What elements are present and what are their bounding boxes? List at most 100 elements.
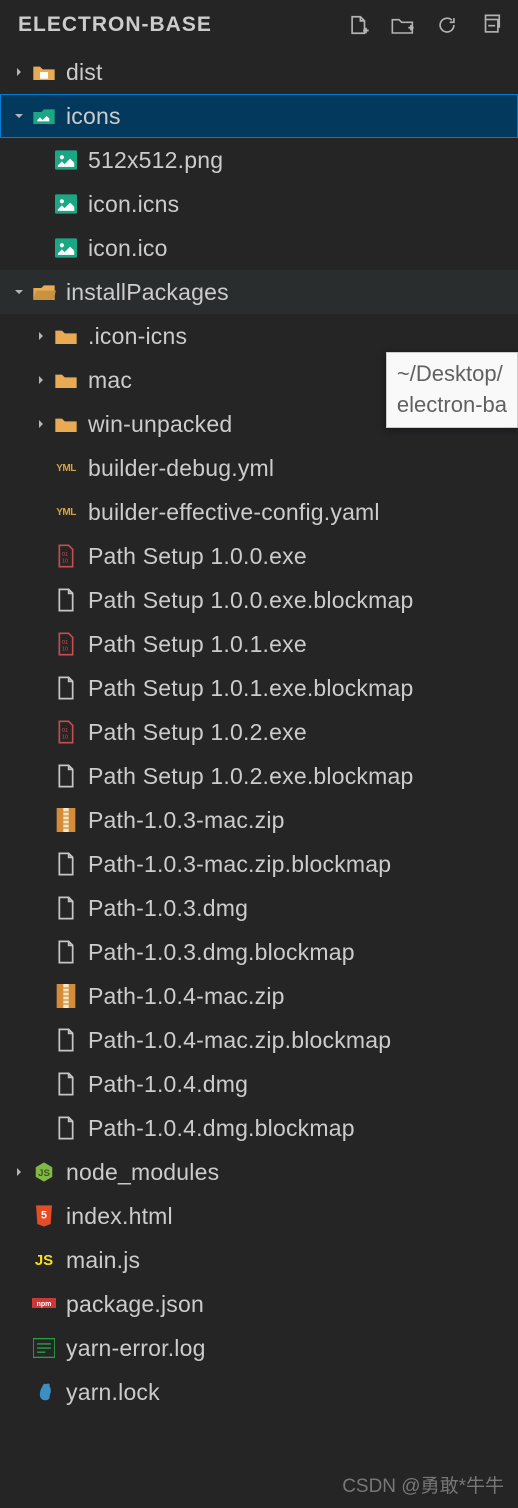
tree-row[interactable]: Path-1.0.3-mac.zip — [0, 798, 518, 842]
tree-row[interactable]: installPackages — [0, 270, 518, 314]
tree-row[interactable]: dist — [0, 50, 518, 94]
header-actions — [346, 12, 504, 38]
file-label: icon.icns — [88, 191, 179, 218]
chevron-down-icon[interactable] — [6, 103, 32, 129]
tooltip-line: ~/Desktop/ — [397, 359, 507, 390]
file-label: win-unpacked — [88, 411, 232, 438]
tree-row[interactable]: 512x512.png — [0, 138, 518, 182]
tree-row[interactable]: 5index.html — [0, 1194, 518, 1238]
folder-icon — [54, 412, 78, 436]
file-tree: dist icons 512x512.png icon.icns icon.ico ins… — [0, 50, 518, 1414]
new-file-icon[interactable] — [346, 12, 372, 38]
tree-row[interactable]: 0110 Path Setup 1.0.2.exe — [0, 710, 518, 754]
file-label: builder-debug.yml — [88, 455, 274, 482]
svg-text:01: 01 — [62, 728, 68, 734]
file-label: Path Setup 1.0.0.exe.blockmap — [88, 587, 413, 614]
file-icon — [54, 1072, 78, 1096]
svg-text:npm: npm — [37, 1301, 52, 1308]
svg-text:01: 01 — [62, 552, 68, 558]
file-label: mac — [88, 367, 132, 394]
file-label: Path-1.0.3-mac.zip.blockmap — [88, 851, 391, 878]
file-label: .icon-icns — [88, 323, 187, 350]
file-label: main.js — [66, 1247, 140, 1274]
image-icon — [54, 192, 78, 216]
file-label: icon.ico — [88, 235, 168, 262]
tree-row[interactable]: JSmain.js — [0, 1238, 518, 1282]
tree-row[interactable]: icon.icns — [0, 182, 518, 226]
file-label: icons — [66, 103, 121, 130]
collapse-all-icon[interactable] — [478, 12, 504, 38]
tree-row[interactable]: Path-1.0.3.dmg.blockmap — [0, 930, 518, 974]
file-label: dist — [66, 59, 103, 86]
tree-row[interactable]: npm package.json — [0, 1282, 518, 1326]
tree-row[interactable]: JS node_modules — [0, 1150, 518, 1194]
tree-row[interactable]: Path-1.0.3.dmg — [0, 886, 518, 930]
tree-row[interactable]: 0110 Path Setup 1.0.0.exe — [0, 534, 518, 578]
folder-dist-icon — [32, 60, 56, 84]
file-label: Path-1.0.4-mac.zip.blockmap — [88, 1027, 391, 1054]
tree-row[interactable]: yarn-error.log — [0, 1326, 518, 1370]
folder-open-icon — [32, 280, 56, 304]
folder-icon — [54, 324, 78, 348]
bin-icon: 0110 — [54, 632, 78, 656]
refresh-icon[interactable] — [434, 12, 460, 38]
file-icon — [54, 764, 78, 788]
explorer-header: ELECTRON-BASE — [0, 0, 518, 50]
file-icon — [54, 588, 78, 612]
file-label: Path-1.0.4.dmg — [88, 1071, 248, 1098]
new-folder-icon[interactable] — [390, 12, 416, 38]
chevron-right-icon[interactable] — [6, 1159, 32, 1185]
chevron-right-icon[interactable] — [28, 367, 54, 393]
folder-icon — [54, 368, 78, 392]
file-label: Path-1.0.3-mac.zip — [88, 807, 285, 834]
file-label: Path Setup 1.0.0.exe — [88, 543, 307, 570]
bin-icon: 0110 — [54, 720, 78, 744]
chevron-right-icon[interactable] — [28, 323, 54, 349]
folder-icons-icon — [32, 104, 56, 128]
tree-row[interactable]: icon.ico — [0, 226, 518, 270]
chevron-right-icon[interactable] — [6, 59, 32, 85]
log-icon — [32, 1336, 56, 1360]
html-icon: 5 — [32, 1204, 56, 1228]
file-label: Path-1.0.3.dmg.blockmap — [88, 939, 355, 966]
file-label: Path Setup 1.0.1.exe — [88, 631, 307, 658]
svg-text:10: 10 — [62, 559, 68, 565]
svg-text:01: 01 — [62, 640, 68, 646]
tree-row[interactable]: icons — [0, 94, 518, 138]
project-title: ELECTRON-BASE — [18, 13, 212, 37]
file-label: Path Setup 1.0.1.exe.blockmap — [88, 675, 413, 702]
bin-icon: 0110 — [54, 544, 78, 568]
tree-row[interactable]: 0110 Path Setup 1.0.1.exe — [0, 622, 518, 666]
npm-icon: npm — [32, 1292, 56, 1316]
file-icon — [54, 1028, 78, 1052]
file-label: Path-1.0.4-mac.zip — [88, 983, 285, 1010]
tree-row[interactable]: YML builder-debug.yml — [0, 446, 518, 490]
path-tooltip: ~/Desktop/ electron-ba — [386, 352, 518, 428]
yarn-icon — [32, 1380, 56, 1404]
tree-row[interactable]: Path-1.0.4-mac.zip — [0, 974, 518, 1018]
tree-row[interactable]: Path-1.0.4-mac.zip.blockmap — [0, 1018, 518, 1062]
tree-row[interactable]: YMLbuilder-effective-config.yaml — [0, 490, 518, 534]
tree-row[interactable]: yarn.lock — [0, 1370, 518, 1414]
zip-icon — [54, 808, 78, 832]
chevron-right-icon[interactable] — [28, 411, 54, 437]
chevron-down-icon[interactable] — [6, 279, 32, 305]
tree-row[interactable]: Path-1.0.4.dmg — [0, 1062, 518, 1106]
yaml-icon: YML — [54, 456, 78, 480]
node-icon: JS — [32, 1160, 56, 1184]
file-label: installPackages — [66, 279, 229, 306]
file-label: node_modules — [66, 1159, 219, 1186]
tree-row[interactable]: Path Setup 1.0.0.exe.blockmap — [0, 578, 518, 622]
tree-row[interactable]: Path-1.0.4.dmg.blockmap — [0, 1106, 518, 1150]
file-label: builder-effective-config.yaml — [88, 499, 380, 526]
file-label: package.json — [66, 1291, 204, 1318]
file-label: 512x512.png — [88, 147, 223, 174]
zip-icon — [54, 984, 78, 1008]
tree-row[interactable]: Path-1.0.3-mac.zip.blockmap — [0, 842, 518, 886]
tree-row[interactable]: Path Setup 1.0.1.exe.blockmap — [0, 666, 518, 710]
svg-text:5: 5 — [41, 1210, 47, 1222]
tree-row[interactable]: Path Setup 1.0.2.exe.blockmap — [0, 754, 518, 798]
file-icon — [54, 1116, 78, 1140]
file-label: Path Setup 1.0.2.exe — [88, 719, 307, 746]
file-label: Path-1.0.4.dmg.blockmap — [88, 1115, 355, 1142]
